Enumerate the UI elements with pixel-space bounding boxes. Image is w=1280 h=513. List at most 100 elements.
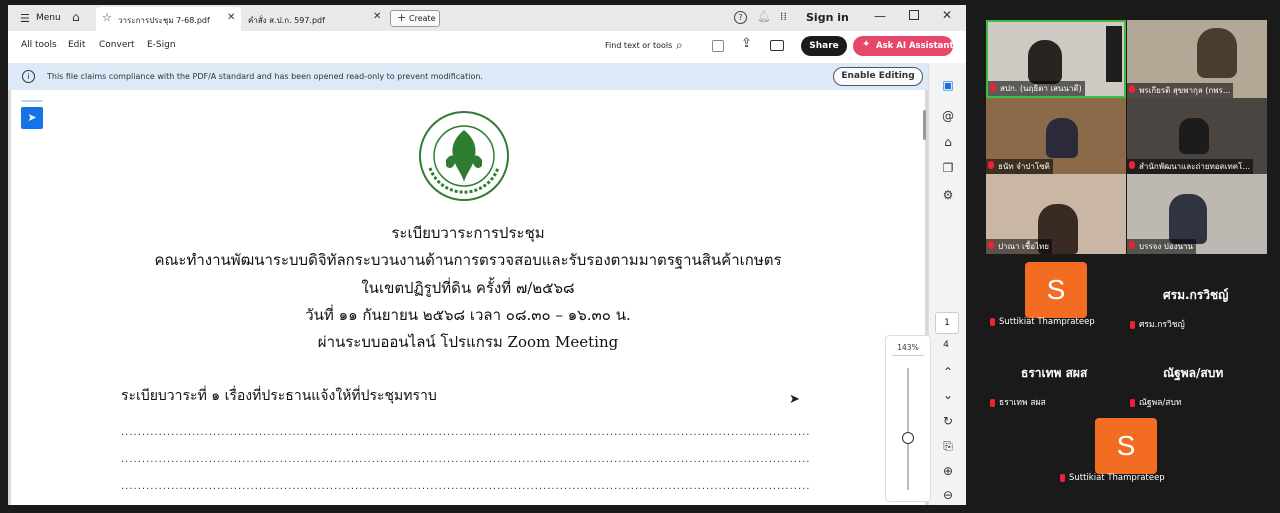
mic-muted-icon (990, 317, 995, 326)
edit-menu[interactable]: Edit (68, 40, 85, 50)
mic-muted-icon (988, 161, 994, 169)
video-tile[interactable]: บรรจง ปองนาน (1127, 174, 1267, 254)
create-label: Create (409, 14, 436, 23)
participant-video (1179, 118, 1209, 154)
participant-name: พรเกียรติ สุขพากุล (กพร... (1127, 83, 1234, 98)
maximize-icon[interactable] (909, 10, 919, 20)
participant-name: ธนัท จำปาโซติ (986, 159, 1053, 174)
vertical-scrollbar[interactable] (923, 110, 926, 140)
tab-label: วาระการประชุม 7-68.pdf (118, 16, 210, 25)
participant-display-name: ธราเทพ สผส (1021, 366, 1088, 380)
document-date: วันที่ ๑๑ กันยายน ๒๕๖๘ เวลา ๐๘.๓๐ – ๑๖.๓… (305, 306, 631, 324)
create-button[interactable]: + Create (390, 10, 440, 27)
zoom-in-icon[interactable]: ⊕ (941, 464, 955, 478)
ask-ai-label: Ask AI Assistant (876, 41, 954, 51)
minimize-icon[interactable]: — (874, 9, 886, 23)
participant-video (1028, 40, 1062, 84)
upload-cloud-icon[interactable]: ⇪ (741, 36, 752, 51)
esign-menu[interactable]: E-Sign (147, 40, 176, 50)
right-sidebar: ▣ @ ⌂ ❐ ⚙ 1 4 ⌃ ⌄ ↻ ⎘ ⊕ ⊖ (928, 63, 966, 505)
comment-add-icon[interactable]: ▣ (941, 78, 955, 92)
participant-video (1169, 194, 1207, 244)
participant-name: ธราเทพ สผส (990, 395, 1046, 409)
zoom-panel: 143% (885, 335, 931, 502)
participant-name: ศรม.กรวิชญ์ (1130, 317, 1185, 331)
participant-name: ณัฐพล/สบท (1130, 395, 1181, 409)
chevron-up-icon[interactable]: ⌃ (941, 365, 955, 379)
zoom-out-icon[interactable]: ⊖ (941, 488, 955, 502)
video-tile[interactable]: ปาณา เชื้อไทย (986, 174, 1126, 254)
participant-display-name: ณัฐพล/สบท (1163, 366, 1224, 380)
participant-name: บรรจง ปองนาน (1127, 239, 1197, 254)
mic-muted-icon (1129, 85, 1135, 93)
chevron-down-icon[interactable]: ⌄ (941, 388, 955, 402)
document-committee: คณะทำงานพัฒนาระบบดิจิทัลกระบวนงานด้านการ… (154, 251, 782, 269)
zoom-slider-track[interactable] (907, 368, 909, 490)
pdfa-info-bar: i This file claims compliance with the P… (8, 63, 928, 90)
mic-muted-icon (1130, 320, 1135, 329)
print-icon[interactable] (770, 40, 784, 51)
main-toolbar: All tools Edit Convert E-Sign Find text … (8, 31, 966, 64)
close-window-icon[interactable]: ✕ (942, 8, 952, 22)
pdfa-message: This file claims compliance with the PDF… (47, 72, 483, 81)
pages-icon[interactable]: ❐ (941, 161, 955, 175)
acrobat-window: ☰ Menu ⌂ ☆ วาระการประชุม 7-68.pdf ✕ คำสั… (8, 5, 966, 505)
plus-icon: + (397, 11, 407, 24)
dotted-line: ........................................… (121, 427, 811, 438)
search-icon[interactable]: ⌕ (676, 38, 683, 53)
ai-sparkle-icon: ✦ (862, 39, 871, 50)
share-button[interactable]: Share (801, 36, 847, 56)
tab-second-document[interactable]: คำสั่ง ส.ป.ก. 597.pdf (248, 14, 325, 27)
participant-name: สำนักพัฒนาและถ่ายทอดเทคโ... (1127, 159, 1254, 174)
video-tile[interactable]: ธนัท จำปาโซติ (986, 98, 1126, 174)
mic-muted-icon (1130, 398, 1135, 407)
participant-name: Suttikiat Thamprateep (990, 317, 1095, 327)
toolbar-grip (21, 100, 43, 102)
bookmark-icon[interactable]: ⌂ (941, 135, 955, 149)
video-tile[interactable]: สำนักพัฒนาและถ่ายทอดเทคโ... (1127, 98, 1267, 174)
pdf-page: ➤ ระเบียบวาระการประชุม คณะทำงานพัฒนาระบบ… (11, 90, 926, 505)
participant-video (1197, 28, 1237, 78)
mic-muted-icon (990, 83, 996, 91)
find-text-field[interactable]: Find text or tools (605, 41, 672, 50)
dotted-line: ........................................… (121, 454, 811, 465)
participant-avatar[interactable]: S (1095, 418, 1157, 474)
zoom-slider-thumb[interactable] (902, 432, 914, 444)
hamburger-icon[interactable]: ☰ (20, 12, 30, 25)
zoom-level: 143% (897, 343, 919, 352)
document-meeting-no: ในเขตปฏิรูปที่ดิน ครั้งที่ ๗/๒๕๖๘ (361, 279, 575, 297)
tab-active-document[interactable]: ☆ วาระการประชุม 7-68.pdf ✕ (96, 7, 241, 31)
star-icon[interactable]: ☆ (102, 11, 112, 24)
participant-video (1046, 118, 1078, 158)
mic-muted-icon (990, 398, 995, 407)
background-monitor (1106, 26, 1122, 82)
close-tab-icon[interactable]: ✕ (227, 12, 235, 23)
video-tile[interactable]: สปก. (นฤธิดา เสนนาดี) (986, 20, 1126, 98)
home-icon[interactable]: ⌂ (72, 10, 80, 24)
participant-display-name: ศรม.กรวิชญ์ (1163, 288, 1229, 302)
fit-page-icon[interactable]: ⎘ (941, 439, 955, 453)
select-tool-icon[interactable]: ➤ (21, 107, 43, 129)
help-icon[interactable]: ? (734, 11, 747, 24)
ask-ai-button[interactable]: ✦ Ask AI Assistant (853, 36, 954, 56)
close-tab2-icon[interactable]: ✕ (373, 11, 381, 22)
video-tile[interactable]: พรเกียรติ สุขพากุล (กพร... (1127, 20, 1267, 98)
rotate-icon[interactable]: ↻ (941, 414, 955, 428)
bell-icon[interactable]: 🔔︎ (757, 10, 771, 23)
zoom-gallery: สปก. (นฤธิดา เสนนาดี) พรเกียรติ สุขพากุล… (966, 0, 1280, 513)
enable-editing-button[interactable]: Enable Editing (833, 67, 923, 86)
participant-name: สปก. (นฤธิดา เสนนาดี) (988, 81, 1085, 96)
participant-avatar[interactable]: S (1025, 262, 1087, 318)
mention-icon[interactable]: @ (941, 109, 955, 123)
attachment-icon[interactable]: ⚙ (941, 188, 955, 202)
apps-grid-icon[interactable]: ⁞⁞ (780, 10, 787, 23)
convert-menu[interactable]: Convert (99, 40, 135, 50)
all-tools-menu[interactable]: All tools (21, 40, 57, 50)
menu-button[interactable]: Menu (36, 13, 61, 23)
sign-in-button[interactable]: Sign in (806, 11, 849, 24)
save-icon[interactable] (712, 40, 724, 52)
document-platform: ผ่านระบบออนไลน์ โปรแกรม Zoom Meeting (317, 333, 619, 351)
total-pages: 4 (943, 340, 949, 350)
current-page-field[interactable]: 1 (935, 312, 959, 334)
document-title: ระเบียบวาระการประชุม (391, 224, 545, 242)
